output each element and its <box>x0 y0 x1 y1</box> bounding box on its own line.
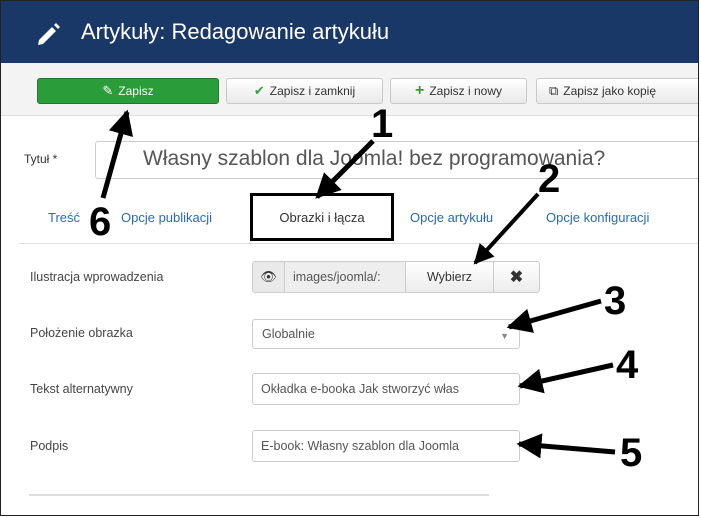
tab-configuration[interactable]: Opcje konfiguracji <box>546 210 649 225</box>
save-close-button[interactable]: ✔ Zapisz i zamknij <box>226 78 383 104</box>
annotation-number-2: 2 <box>538 157 561 201</box>
arrow-3 <box>506 298 602 333</box>
edit-icon: ✎ <box>102 83 114 98</box>
toolbar: ✎ Zapisz ✔ Zapisz i zamknij + Zapisz i n… <box>1 63 698 116</box>
check-icon: ✔ <box>253 83 265 98</box>
title-label: Tytuł * <box>24 152 58 166</box>
tab-article-options[interactable]: Opcje artykułu <box>410 210 493 225</box>
plus-icon: + <box>414 82 425 99</box>
select-image-button[interactable]: Wybierz <box>406 261 494 293</box>
tab-content[interactable]: Treść <box>48 210 80 225</box>
chevron-down-icon: ▼ <box>500 331 509 341</box>
pencil-icon <box>38 23 60 45</box>
intro-image-label: Ilustracja wprowadzenia <box>30 270 164 284</box>
image-position-value: Globalnie <box>262 327 315 341</box>
alt-text-input[interactable]: Okładka e-booka Jak stworzyć włas <box>252 373 520 405</box>
editor-frame: Artykuły: Redagowanie artykułu ✎ Zapisz … <box>0 0 699 516</box>
tab-images-links[interactable]: Obrazki i łącza <box>250 193 394 241</box>
page-title: Artykuły: Redagowanie artykułu <box>81 19 390 44</box>
save-new-label: Zapisz i nowy <box>429 84 503 98</box>
image-position-select[interactable]: Globalnie ▼ <box>252 319 520 349</box>
page-header: Artykuły: Redagowanie artykułu <box>1 1 698 63</box>
save-copy-button[interactable]: ⧉ Zapisz jako kopię <box>536 78 698 104</box>
annotation-number-3: 3 <box>604 279 627 323</box>
tab-divider <box>19 243 698 244</box>
eye-icon[interactable]: 👁 <box>252 261 284 293</box>
image-path-input[interactable]: images/joomla/: <box>284 261 406 293</box>
title-input[interactable]: Własny szablon dla Joomla! bez programow… <box>95 141 698 179</box>
save-button-label: Zapisz <box>118 84 154 98</box>
annotation-number-5: 5 <box>620 431 643 475</box>
save-new-button[interactable]: + Zapisz i nowy <box>390 78 527 104</box>
save-button[interactable]: ✎ Zapisz <box>37 78 219 104</box>
clear-icon[interactable]: ✖ <box>494 261 540 293</box>
annotation-number-1: 1 <box>371 102 394 146</box>
save-close-label: Zapisz i zamknij <box>269 84 356 98</box>
arrow-4 <box>517 362 614 394</box>
arrow-5 <box>516 433 616 459</box>
caption-label: Podpis <box>30 439 69 453</box>
annotation-number-4: 4 <box>616 343 639 387</box>
copy-icon: ⧉ <box>549 83 559 98</box>
save-copy-label: Zapisz jako kopię <box>563 84 657 98</box>
annotation-number-6: 6 <box>89 200 112 244</box>
tab-publishing[interactable]: Opcje publikacji <box>121 210 212 225</box>
image-position-label: Położenie obrazka <box>30 326 133 340</box>
title-row: Tytuł * Własny szablon dla Joomla! bez p… <box>1 137 698 183</box>
caption-input[interactable]: E-book: Własny szablon dla Joomla <box>252 430 520 462</box>
bottom-divider <box>29 494 489 496</box>
intro-image-field: 👁 images/joomla/: Wybierz ✖ <box>252 261 540 293</box>
alt-text-label: Tekst alternatywny <box>30 382 133 396</box>
